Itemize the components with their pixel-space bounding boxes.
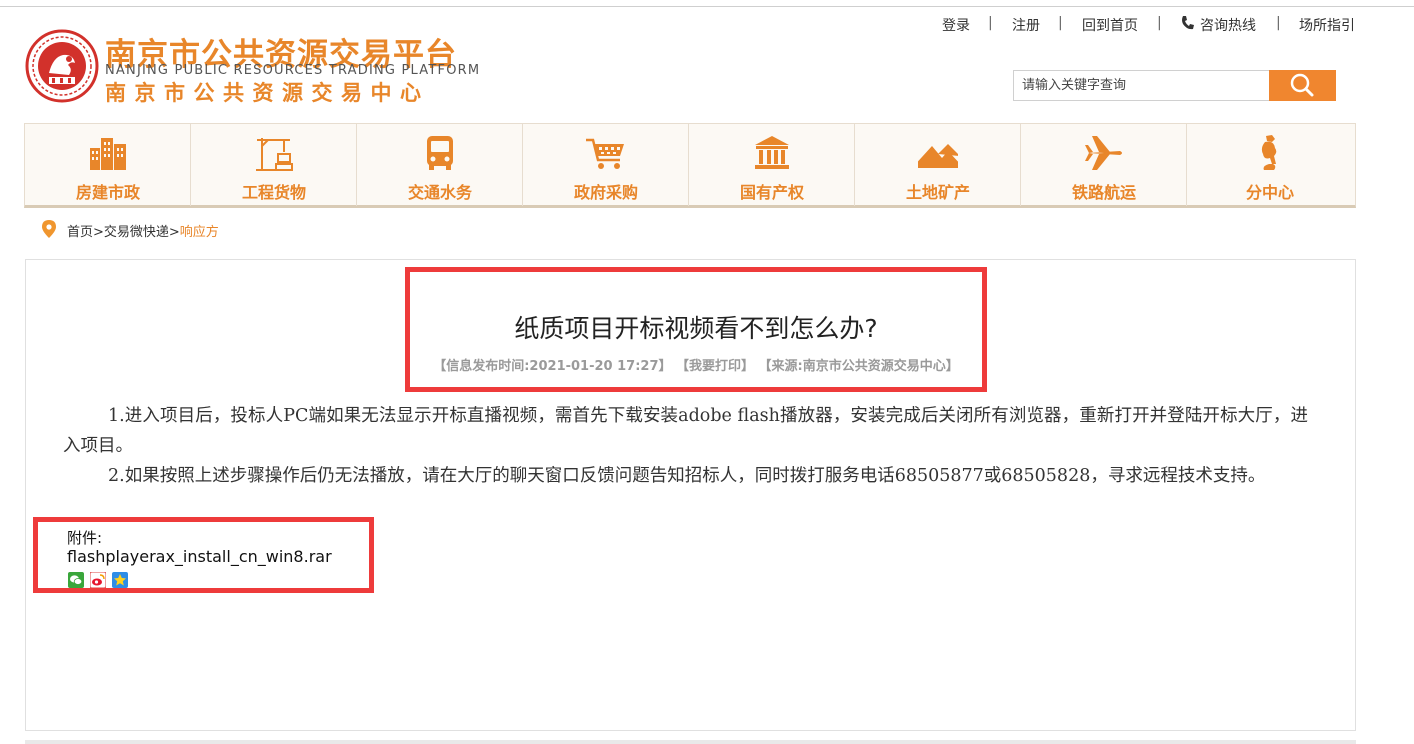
footer-divider bbox=[25, 740, 1356, 744]
cart-icon bbox=[586, 138, 624, 169]
nav-label: 土地矿产 bbox=[905, 183, 970, 202]
search-button[interactable] bbox=[1269, 70, 1336, 101]
article-meta: 【信息发布时间:2021-01-20 17:27】 【我要打印】 【来源:南京市… bbox=[433, 359, 959, 374]
search-icon bbox=[1290, 73, 1314, 97]
article-title: 纸质项目开标视频看不到怎么办? bbox=[514, 314, 878, 343]
search-bar: 请输入关键字查询 bbox=[1013, 70, 1336, 101]
nav-label: 分中心 bbox=[1245, 183, 1294, 202]
bus-icon bbox=[427, 136, 453, 170]
link-separator: | bbox=[1276, 15, 1281, 31]
breadcrumb-path[interactable]: 首页>交易微快递> bbox=[67, 225, 180, 240]
nav-item-transport[interactable]: 交通水务 bbox=[357, 124, 523, 206]
link-separator: | bbox=[988, 15, 993, 31]
qzone-share-icon[interactable] bbox=[112, 572, 128, 588]
buildings-icon bbox=[90, 138, 126, 170]
nav-item-procurement[interactable]: 政府采购 bbox=[523, 124, 689, 206]
main-nav: 房建市政 工程货物 交通水务 政府采购 国有产权 土地矿产 铁路航运 分中心 bbox=[24, 123, 1356, 208]
crane-icon bbox=[256, 138, 293, 171]
nav-item-branch[interactable]: 分中心 bbox=[1187, 124, 1353, 206]
home-link[interactable]: 回到首页 bbox=[1082, 15, 1138, 35]
nav-item-railway[interactable]: 铁路航运 bbox=[1021, 124, 1187, 206]
breadcrumb-current: 响应方 bbox=[179, 225, 219, 240]
plane-icon bbox=[1085, 136, 1122, 170]
title-highlight-box: 纸质项目开标视频看不到怎么办? 【信息发布时间:2021-01-20 17:27… bbox=[405, 267, 987, 392]
nanjing-seal-icon bbox=[25, 29, 99, 103]
hotline-link[interactable]: 咨询热线 bbox=[1200, 15, 1256, 35]
logo-title-en: NANJING PUBLIC RESOURCES TRADING PLATFOR… bbox=[105, 63, 481, 78]
attachment-highlight-box: 附件: flashplayerax_install_cn_win8.rar bbox=[33, 517, 374, 593]
article-body: 1.进入项目后，投标人PC端如果无法显示开标直播视频，需首先下载安装adobe … bbox=[63, 401, 1308, 491]
weibo-share-icon[interactable] bbox=[90, 572, 106, 588]
article-paragraph: 2.如果按照上述步骤操作后仍无法播放，请在大厅的聊天窗口反馈问题告知招标人，同时… bbox=[108, 466, 1266, 486]
nav-label: 国有产权 bbox=[739, 183, 804, 202]
bank-icon bbox=[755, 136, 789, 169]
top-divider bbox=[0, 6, 1414, 7]
login-link[interactable]: 登录 bbox=[942, 15, 970, 35]
nav-label: 政府采购 bbox=[573, 183, 638, 202]
site-logo[interactable]: 南京市公共资源交易平台 NANJING PUBLIC RESOURCES TRA… bbox=[25, 29, 495, 109]
attachment-label: 附件: bbox=[67, 529, 103, 547]
register-link[interactable]: 注册 bbox=[1012, 15, 1040, 35]
link-separator: | bbox=[1058, 15, 1063, 31]
nav-label: 工程货物 bbox=[241, 183, 306, 202]
search-input[interactable]: 请输入关键字查询 bbox=[1013, 70, 1269, 101]
article-panel: 纸质项目开标视频看不到怎么办? 【信息发布时间:2021-01-20 17:27… bbox=[25, 259, 1356, 731]
mountain-icon bbox=[918, 144, 958, 168]
attachment-link[interactable]: flashplayerax_install_cn_win8.rar bbox=[67, 547, 332, 566]
guide-link[interactable]: 场所指引 bbox=[1299, 15, 1355, 35]
nav-item-housing[interactable]: 房建市政 bbox=[25, 124, 191, 206]
mascot-icon bbox=[1261, 135, 1277, 170]
location-pin-icon bbox=[42, 220, 56, 238]
logo-subtitle-cn: 南京市公共资源交易中心 bbox=[105, 81, 430, 105]
nav-item-land[interactable]: 土地矿产 bbox=[855, 124, 1021, 206]
nav-label: 房建市政 bbox=[75, 183, 140, 202]
nav-label: 铁路航运 bbox=[1071, 183, 1136, 202]
phone-icon bbox=[1182, 16, 1194, 30]
article-paragraph: 1.进入项目后，投标人PC端如果无法显示开标直播视频，需首先下载安装adobe … bbox=[63, 406, 1308, 456]
wechat-share-icon[interactable] bbox=[68, 572, 84, 588]
link-separator: | bbox=[1157, 15, 1162, 31]
nav-item-state-assets[interactable]: 国有产权 bbox=[689, 124, 855, 206]
nav-item-engineering[interactable]: 工程货物 bbox=[191, 124, 357, 206]
nav-label: 交通水务 bbox=[407, 183, 472, 202]
